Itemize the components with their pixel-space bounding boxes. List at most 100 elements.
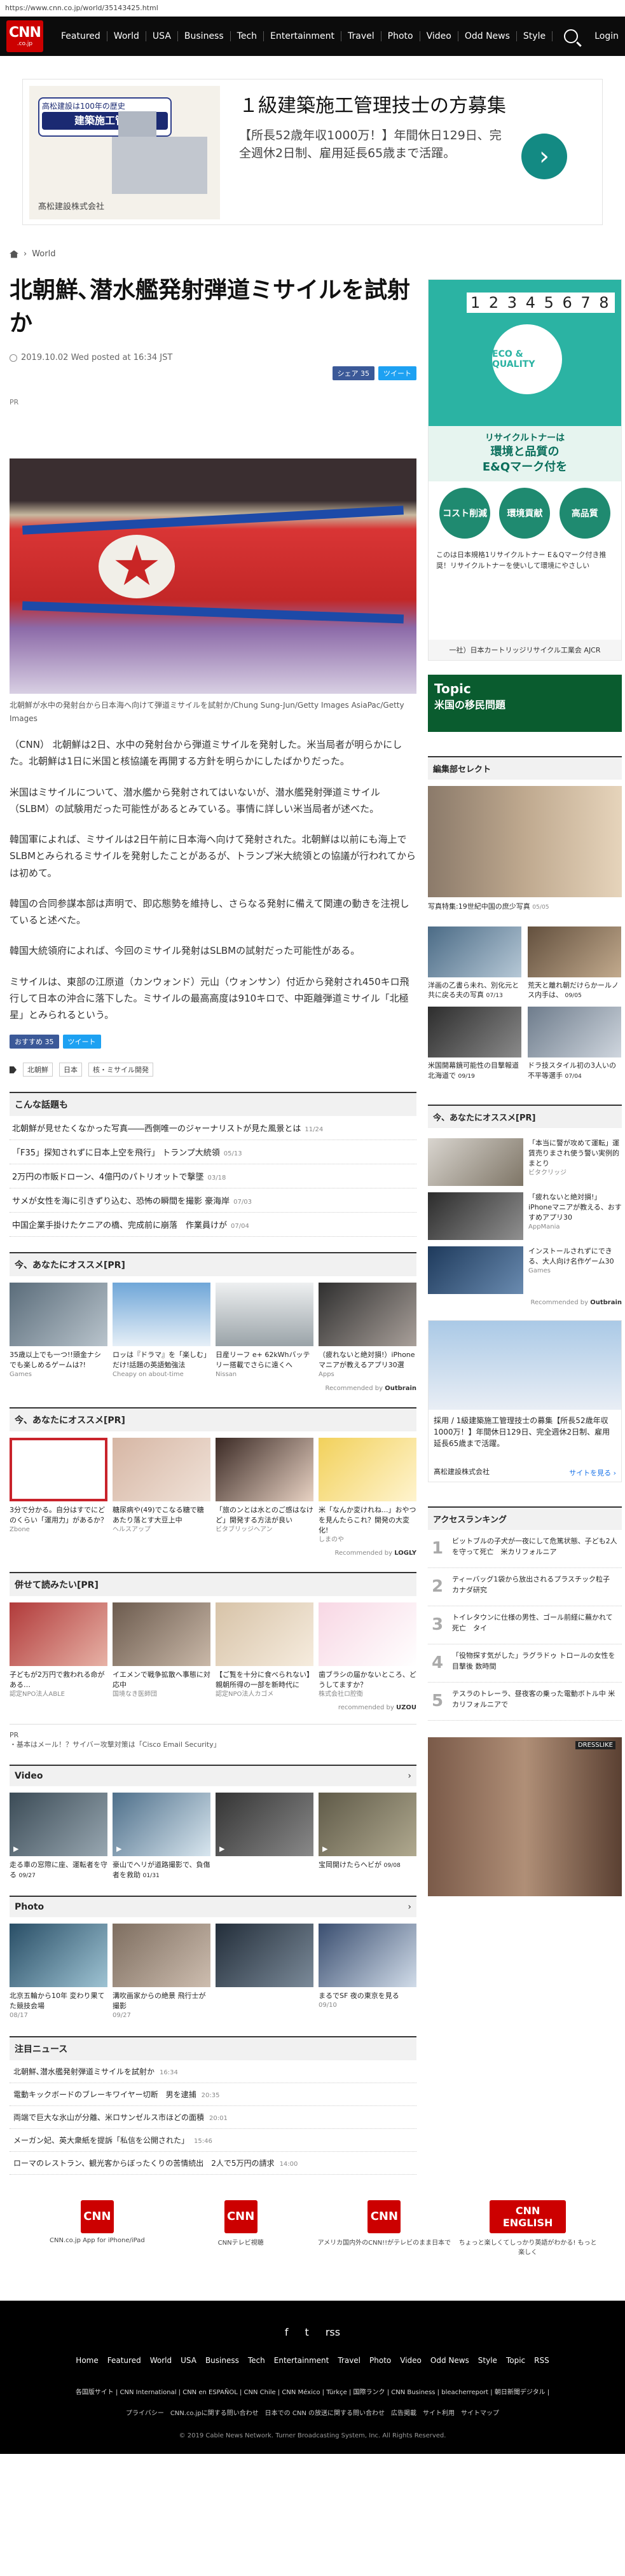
recommend-card[interactable]: 35歳以上でも一つ!!頭金ナシでも楽しめるゲームは?! Games	[10, 1283, 107, 1379]
recommended-by[interactable]: Recommended by Outbrain	[428, 1299, 622, 1306]
top-ad[interactable]: 高松建設は100年の歴史 建築施工管理 髙松建設株式会社 １級建築施工管理技士の方…	[22, 79, 603, 225]
chevron-right-icon[interactable]: ›	[408, 1902, 411, 1912]
footer-link[interactable]: World	[150, 2356, 172, 2365]
footer-link[interactable]: RSS	[534, 2356, 549, 2365]
footer-info-links[interactable]: プライバシー CNN.co.jpに関する問い合わせ 日本での CNN の放送に関…	[0, 2407, 625, 2417]
facebook-recommend-button[interactable]: おすすめ 35	[10, 1035, 59, 1049]
photo-card[interactable]: 溝吹画家からの絶景 飛行士が撮影 09/27	[113, 1924, 210, 2020]
recommend-card[interactable]: 子どもが2万円で救われる命がある… 認定NPO法人ABLE	[10, 1602, 107, 1699]
recommend-card[interactable]: イエメンで戦争拡散へ事態に対応中 国境なき医師団	[113, 1602, 210, 1699]
ranking-item[interactable]: 1 ビットブルの子犬が一夜にして危篤状態、子ども2人を守って死亡 米カリフォルニア	[428, 1530, 622, 1569]
app-promo[interactable]: CNN CNN.co.jp App for iPhone/iPad	[27, 2200, 167, 2256]
pr-link[interactable]: ・基本はメール！？サイバー攻撃対策は「Cisco Email Security」	[10, 1739, 416, 1749]
ranking-item[interactable]: 3 トイレタウンに仕様の男性、ゴール前経に蕪かれて死亡 タイ	[428, 1606, 622, 1645]
sidebar-ad-3[interactable]: DRESSLIKE	[428, 1737, 622, 1897]
video-card[interactable]: 走る車の窓際に座、運転者を守る 09/27	[10, 1793, 107, 1880]
breadcrumb-world[interactable]: World	[32, 249, 55, 259]
side-recommend-item[interactable]: 「疲れないと絶対損!」iPhoneマニアが教える、おすすめアプリ30 AppMan…	[428, 1192, 622, 1241]
feature-photo[interactable]	[428, 786, 622, 897]
nav-tech[interactable]: Tech	[231, 31, 264, 41]
video-card[interactable]: 豪山でヘリが道路撮影で、負傷者を救助 01/31	[113, 1793, 210, 1880]
video-card[interactable]	[216, 1793, 313, 1880]
home-icon[interactable]	[10, 250, 18, 258]
nav-entertainment[interactable]: Entertainment	[264, 31, 342, 41]
video-heading[interactable]: Video ›	[10, 1765, 416, 1787]
facebook-share-button[interactable]: シェア 35	[332, 366, 374, 381]
footer-link[interactable]: Home	[76, 2356, 98, 2365]
nav-featured[interactable]: Featured	[55, 31, 107, 41]
recommended-by[interactable]: recommended by UZOU	[10, 1704, 416, 1711]
nav-video[interactable]: Video	[420, 31, 458, 41]
footer-link[interactable]: Odd News	[430, 2356, 469, 2365]
footer-link[interactable]: Topic	[506, 2356, 525, 2365]
photo-heading[interactable]: Photo ›	[10, 1896, 416, 1918]
recommend-card[interactable]: 米「なんか変けれね...」おやつを見んたらこれ？開発の大変化! しまのや	[319, 1437, 416, 1545]
recommended-by[interactable]: Recommended by LOGLY	[10, 1550, 416, 1557]
ranking-item[interactable]: 5 テスラのトレーラ、昼夜客の乗った電動ボトル中 米カリフォルニアで	[428, 1683, 622, 1721]
nav-world[interactable]: World	[107, 31, 146, 41]
list-item[interactable]: サメが女性を海に引きずり込む、恐怖の瞬間を撮影 豪海岸 07/03	[10, 1188, 416, 1213]
list-item[interactable]: 北朝鮮､潜水艦発射弾道ミサイルを試射か 16:34	[10, 2060, 416, 2083]
footer-link[interactable]: Business	[205, 2356, 239, 2365]
nav-style[interactable]: Style	[517, 31, 553, 41]
nav-odd-news[interactable]: Odd News	[458, 31, 517, 41]
list-item[interactable]: 2万円の市販ドローン、4億円のパトリオットで撃墜 03/18	[10, 1164, 416, 1189]
tag[interactable]: 北朝鮮	[23, 1063, 53, 1077]
photo-card[interactable]: まるでSF 夜の東京を見る 09/10	[319, 1924, 416, 2020]
footer-link[interactable]: Entertainment	[274, 2356, 329, 2365]
list-item[interactable]: 北朝鮮が見せたくなかった写真――西側唯一のジャーナリストが見た風景とは 11/24	[10, 1116, 416, 1141]
tag[interactable]: 日本	[59, 1063, 82, 1077]
chevron-right-icon[interactable]: ›	[408, 1771, 411, 1781]
footer-sites[interactable]: 各国版サイト | CNN International | CNN en ESPA…	[0, 2387, 625, 2396]
sidebar-ad-2[interactable]: 採用 / 1級建築施工管理技士の募集【所長52歳年収1000万！】年間休日129…	[428, 1320, 622, 1483]
footer-link[interactable]: Video	[400, 2356, 422, 2365]
photo-card[interactable]: 北京五輪から10年 変わり果てた競技会場 08/17	[10, 1924, 107, 2020]
app-promo[interactable]: CNN CNNテレビ視聴	[171, 2200, 311, 2256]
footer-link[interactable]: Photo	[369, 2356, 391, 2365]
recommend-card[interactable]: 【ご覧を十分に食べられない】親朝所得の一部を新時代に 認定NPO法人カゴメ	[216, 1602, 313, 1699]
list-item[interactable]: 両端で巨大な氷山が分離、米ロサンゼルス市ほどの面積 20:01	[10, 2106, 416, 2129]
cnn-logo[interactable]: CNN .co.jp	[6, 20, 43, 52]
side-recommend-item[interactable]: インストールされずにできる、大人向け名作ゲーム30 Games	[428, 1246, 622, 1295]
ad-cta-button[interactable]: サイトを見る ›	[569, 1468, 616, 1478]
recommended-by[interactable]: Recommended by Outbrain	[10, 1385, 416, 1392]
footer-link[interactable]: Tech	[248, 2356, 265, 2365]
side-recommend-item[interactable]: 「本当に警が攻めて運転」運賃売りまされ使う警い実例的まとり ビタクリッジ	[428, 1138, 622, 1187]
footer-link[interactable]: Style	[478, 2356, 497, 2365]
twitter-icon[interactable]: t	[305, 2326, 309, 2338]
ranking-item[interactable]: 4 「役物探す気がした」ラグラドゥ トロールの女性を目撃後 数時間	[428, 1644, 622, 1683]
footer-link[interactable]: Featured	[107, 2356, 141, 2365]
app-promo[interactable]: CNN ENGLISH ちょっと楽しくてしっかり英語がわかる! もっと楽しく	[458, 2200, 598, 2256]
twitter-share-button[interactable]: ツイート	[378, 366, 416, 381]
recommend-card[interactable]: 「旅のンとは水とのご感はなけど」開発する方法が良い ビタブリッジヘアン	[216, 1437, 313, 1545]
editor-card[interactable]: 洋画の乙書ら未れ、別化元と共に戻る夫の写真 07/13	[428, 926, 521, 1000]
nav-business[interactable]: Business	[178, 31, 231, 41]
editor-card[interactable]: ドラ技スタイル初の3人いの不平等選手 07/04	[528, 1007, 621, 1080]
recommend-card[interactable]: （疲れないと絶対損!）iPhoneマニアが教えるアプリ30選 Apps	[319, 1283, 416, 1379]
recommend-card[interactable]: ロッは『ドラマ』を「楽しむ」だけ!話題の英語勉強法 Cheapy on about…	[113, 1283, 210, 1379]
nav-usa[interactable]: USA	[146, 31, 178, 41]
recommend-card[interactable]: 日産リーフ e+ 62kWhバッテリー搭載でさらに遠くへ Nissan	[216, 1283, 313, 1379]
footer-link[interactable]: USA	[181, 2356, 196, 2365]
nav-photo[interactable]: Photo	[381, 31, 420, 41]
search-icon[interactable]	[564, 29, 579, 43]
list-item[interactable]: ローマのレストラン、観光客からぼったくりの苦情続出 2人で5万円の請求 14:00	[10, 2152, 416, 2175]
recommend-card[interactable]: 糖尿病や(49)でこなる糖で糖あたり落とす大豆上中 ヘルスアップ	[113, 1437, 210, 1545]
recommend-card[interactable]: 歯ブラシの届かないところ、どうしてますか？ 株式会社ロ腔衛	[319, 1602, 416, 1699]
list-item[interactable]: メーガン妃、英大衆紙を提訴「私信を公開された」 15:46	[10, 2129, 416, 2152]
app-promo[interactable]: CNN アメリカ国内外のCNN!!がテレビのまま日本で	[314, 2200, 454, 2256]
tag[interactable]: 核・ミサイル開発	[88, 1063, 153, 1077]
footer-link[interactable]: Travel	[338, 2356, 361, 2365]
twitter-share-button[interactable]: ツイート	[62, 1035, 101, 1049]
ad-arrow-button[interactable]: ›	[521, 134, 567, 179]
sidebar-ad[interactable]: 1 2 3 4 5 6 7 8 ECO & QUALITY リサイクルトナーは …	[428, 279, 622, 661]
recommend-card[interactable]: 3分で分かる。自分はすでにどのくらい「運用力」があるか？ Zbone	[10, 1437, 107, 1545]
list-item[interactable]: 「F35」探知されずに日本上空を飛行」 トランプ大統領 05/13	[10, 1140, 416, 1165]
facebook-icon[interactable]: f	[285, 2326, 289, 2338]
topic-banner[interactable]: Topic 米国の移民問題	[428, 675, 622, 732]
feature-caption[interactable]: 写真特集:19世紀中国の庶少写真 05/05	[428, 901, 622, 911]
list-item[interactable]: 電動キックボードのブレーキワイヤー切断 男を逮捕 20:35	[10, 2083, 416, 2106]
login-link[interactable]: Login	[594, 31, 619, 41]
photo-card[interactable]	[216, 1924, 313, 2020]
rss-icon[interactable]: rss	[326, 2326, 340, 2338]
